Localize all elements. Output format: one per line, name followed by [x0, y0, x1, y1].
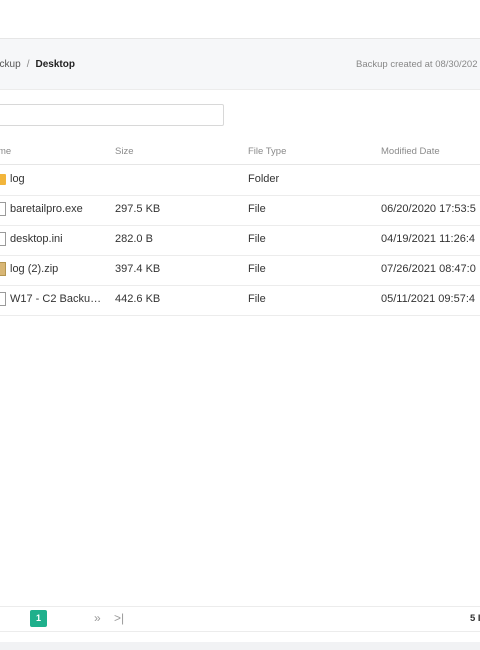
file-icon [0, 202, 6, 216]
row-type: Folder [248, 173, 280, 185]
row-name[interactable]: baretailpro.exe [10, 203, 106, 215]
zip-icon [0, 262, 6, 276]
last-page-icon[interactable]: >| [114, 611, 124, 625]
row-name[interactable]: log (2).zip [10, 263, 106, 275]
breadcrumb-separator: / [26, 59, 30, 70]
top-bar [0, 0, 480, 39]
header-modified-date[interactable]: Modified Date [381, 146, 440, 157]
backup-created-info: Backup created at 08/30/202 [356, 59, 478, 70]
table-row[interactable]: log Folder [0, 165, 480, 196]
row-type: File [248, 293, 266, 305]
table-row[interactable]: desktop.ini 282.0 B File 04/19/2021 11:2… [0, 225, 480, 256]
breadcrumb-parent[interactable]: ackup [0, 59, 21, 70]
header-size[interactable]: Size [115, 146, 133, 157]
bottom-strip [0, 642, 480, 650]
row-modified: 06/20/2020 17:53:5 [381, 203, 476, 215]
header-name[interactable]: me [0, 146, 11, 157]
total-count: 5 I [470, 613, 480, 624]
row-size: 397.4 KB [115, 263, 161, 275]
table-row[interactable]: W17 - C2 Backup… 442.6 KB File 05/11/202… [0, 285, 480, 316]
row-size: 282.0 B [115, 233, 153, 245]
page-1-button[interactable]: 1 [30, 610, 47, 627]
folder-icon [0, 174, 6, 185]
row-modified: 05/11/2021 09:57:4 [381, 293, 475, 305]
breadcrumb: ackup / Desktop [0, 59, 75, 70]
row-name[interactable]: log [10, 173, 106, 185]
row-modified: 04/19/2021 11:26:4 [381, 233, 475, 245]
header-file-type[interactable]: File Type [248, 146, 286, 157]
table-row[interactable]: log (2).zip 397.4 KB File 07/26/2021 08:… [0, 255, 480, 286]
row-modified: 07/26/2021 08:47:0 [381, 263, 476, 275]
next-page-icon[interactable]: » [94, 611, 101, 625]
row-name[interactable]: desktop.ini [10, 233, 106, 245]
table-header: me Size File Type Modified Date [0, 140, 480, 165]
table-row[interactable]: baretailpro.exe 297.5 KB File 06/20/2020… [0, 195, 480, 226]
row-size: 297.5 KB [115, 203, 161, 215]
row-size: 442.6 KB [115, 293, 161, 305]
breadcrumb-current: Desktop [35, 59, 75, 70]
file-icon [0, 232, 6, 246]
search-input[interactable] [0, 104, 224, 126]
row-type: File [248, 263, 266, 275]
pagination: 1 » >| 5 I [0, 606, 480, 632]
row-type: File [248, 233, 266, 245]
breadcrumb-bar: ackup / Desktop Backup created at 08/30/20… [0, 39, 480, 90]
row-name[interactable]: W17 - C2 Backup… [10, 293, 106, 305]
row-type: File [248, 203, 266, 215]
file-icon [0, 292, 6, 306]
